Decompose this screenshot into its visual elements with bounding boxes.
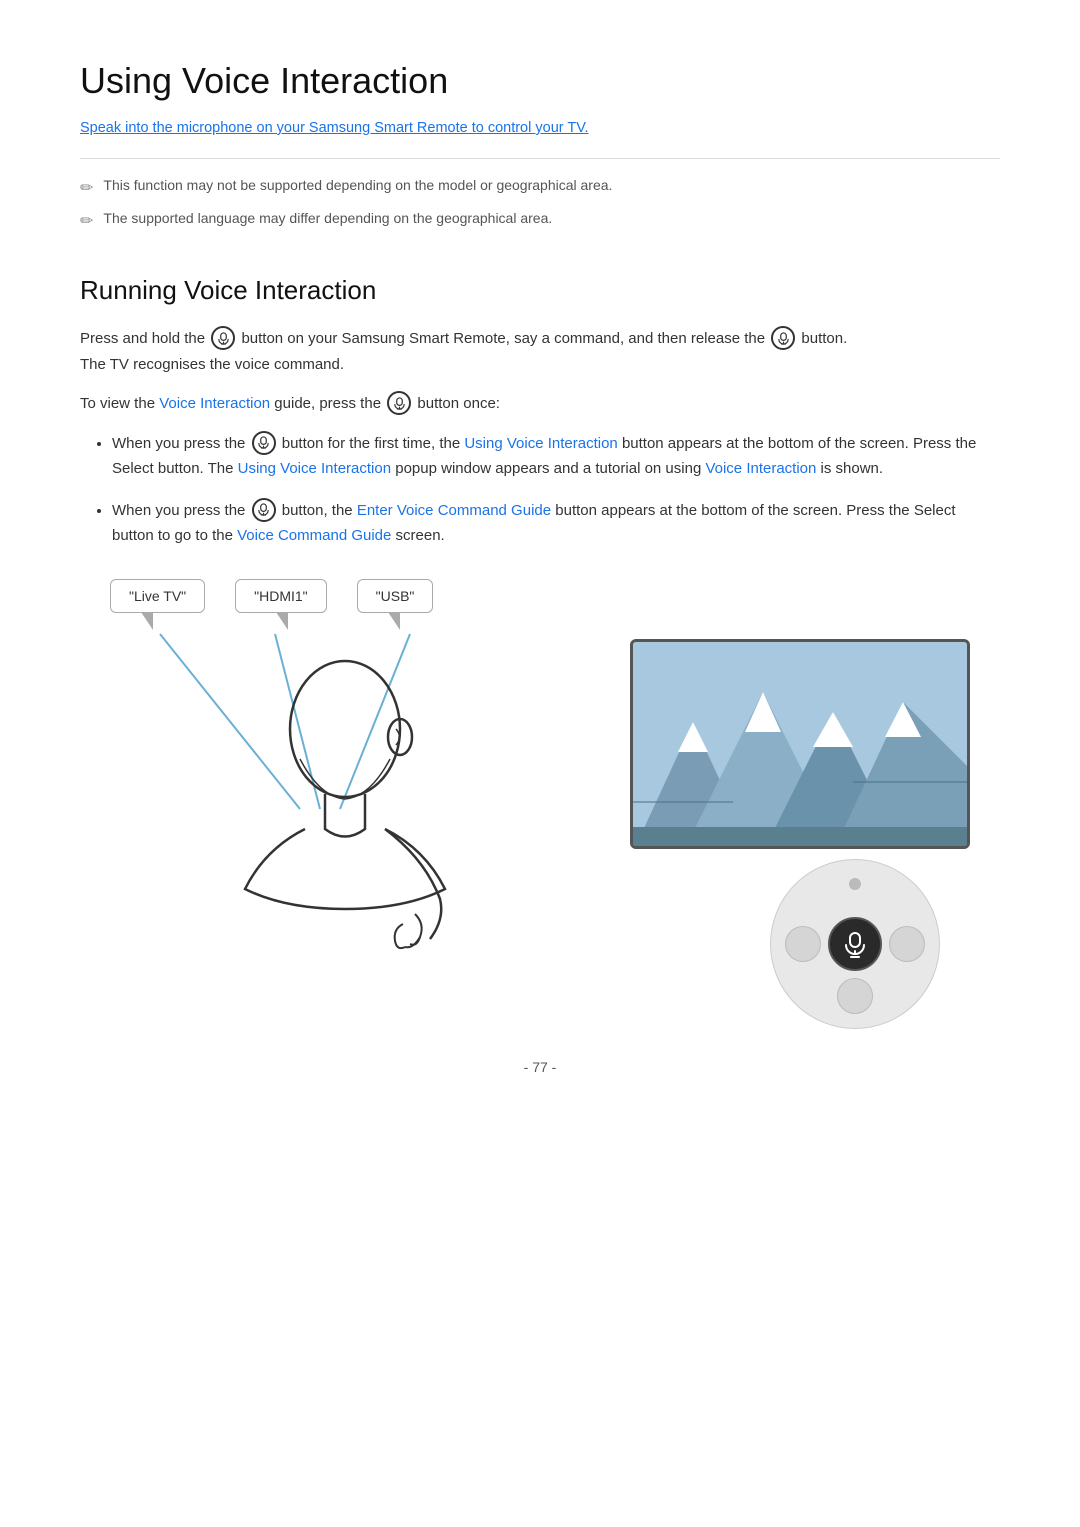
divider	[80, 158, 1000, 159]
page-title: Using Voice Interaction	[80, 60, 1000, 102]
remote-dot	[849, 878, 861, 890]
note-icon-1: ✏	[80, 178, 93, 198]
note-1: ✏ This function may not be supported dep…	[80, 177, 1000, 198]
using-voice-link2[interactable]: Using Voice Interaction	[238, 460, 391, 477]
enter-voice-link[interactable]: Enter Voice Command Guide	[357, 502, 551, 519]
note-text-2: The supported language may differ depend…	[103, 210, 552, 226]
note-2: ✏ The supported language may differ depe…	[80, 210, 1000, 231]
mic-icon-1	[211, 326, 235, 350]
illustration-area: "Live TV" "HDMI1" "USB"	[80, 579, 1000, 999]
remote-btn-right	[889, 926, 925, 962]
section2-title: Running Voice Interaction	[80, 275, 1000, 306]
using-voice-link1[interactable]: Using Voice Interaction	[464, 435, 617, 452]
mic-icon-4	[252, 431, 276, 455]
remote-btn-left	[785, 926, 821, 962]
bubble-hdmi1: "HDMI1"	[235, 579, 327, 613]
voice-interaction-link1[interactable]: Voice Interaction	[159, 395, 270, 412]
note-text-1: This function may not be supported depen…	[103, 177, 612, 193]
bullet-list: When you press the button for the first …	[80, 431, 1000, 549]
subtitle-text: Speak into the microphone on your Samsun…	[80, 120, 1000, 136]
page-number: - 77 -	[80, 1059, 1000, 1075]
person-illustration	[80, 634, 610, 994]
bullet-item-2: When you press the button, the Enter Voi…	[112, 498, 1000, 549]
body-para1: Press and hold the button on your Samsun…	[80, 326, 1000, 377]
remote-body	[770, 859, 940, 1029]
mic-icon-2	[771, 326, 795, 350]
tv-illustration	[630, 639, 970, 849]
bubbles-row: "Live TV" "HDMI1" "USB"	[110, 579, 433, 613]
mic-icon-5	[252, 498, 276, 522]
remote-illustration	[770, 859, 940, 1029]
bubble-usb: "USB"	[357, 579, 434, 613]
body-para2: To view the Voice Interaction guide, pre…	[80, 391, 1000, 417]
note-icon-2: ✏	[80, 211, 93, 231]
voice-command-guide-link[interactable]: Voice Command Guide	[237, 527, 391, 544]
mic-icon-3	[387, 391, 411, 415]
remote-btn-bottom	[837, 978, 873, 1014]
voice-interaction-link2[interactable]: Voice Interaction	[705, 460, 816, 477]
bubble-live-tv: "Live TV"	[110, 579, 205, 613]
bullet-item-1: When you press the button for the first …	[112, 431, 1000, 482]
tv-screen	[630, 639, 970, 849]
remote-mic-button	[828, 917, 882, 971]
